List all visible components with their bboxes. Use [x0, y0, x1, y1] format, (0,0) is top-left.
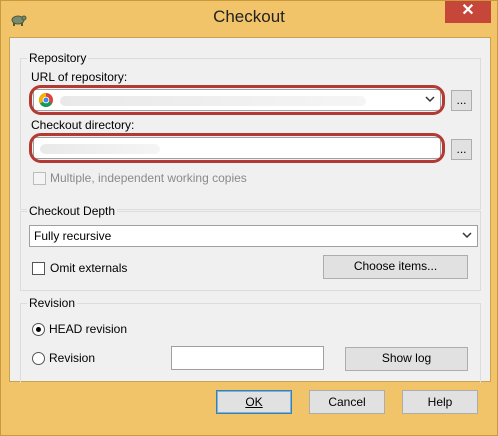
revision-group-title: Revision: [27, 296, 78, 310]
choose-items-button[interactable]: Choose items...: [323, 255, 468, 279]
window-title: Checkout: [213, 7, 285, 26]
repository-group-title: Repository: [27, 51, 89, 65]
omit-externals-label: Omit externals: [50, 261, 128, 275]
url-browse-button[interactable]: ...: [451, 90, 472, 111]
directory-label: Checkout directory:: [31, 118, 135, 132]
revision-input[interactable]: [171, 346, 324, 370]
head-revision-radio[interactable]: [32, 323, 45, 336]
revision-label: Revision: [49, 351, 96, 365]
multiple-working-copies-checkbox[interactable]: [33, 172, 46, 185]
checkout-dialog: Checkout ✕ Repository URL of repository:: [0, 0, 498, 436]
show-log-button[interactable]: Show log: [345, 347, 468, 371]
revision-radio[interactable]: [32, 352, 45, 365]
revision-group: Revision HEAD revision Revision Show log: [20, 296, 481, 383]
depth-selected-value: Fully recursive: [34, 229, 112, 243]
head-revision-label: HEAD revision: [49, 322, 128, 336]
omit-externals-checkbox[interactable]: [32, 262, 45, 275]
multiple-working-copies-label: Multiple, independent working copies: [50, 171, 247, 185]
dialog-client-area: Repository URL of repository: ... Checko…: [9, 37, 491, 383]
checkout-depth-group-title: Checkout Depth: [27, 204, 118, 218]
title-bar: Checkout ✕: [1, 1, 497, 37]
directory-highlight: [29, 133, 445, 163]
radio-selected-dot: [36, 327, 41, 332]
help-button[interactable]: Help: [402, 390, 478, 414]
repository-group: Repository URL of repository: ... Checko…: [20, 51, 481, 210]
url-label: URL of repository:: [31, 70, 128, 84]
close-button[interactable]: ✕: [445, 1, 491, 23]
depth-select[interactable]: Fully recursive: [29, 225, 478, 247]
ok-button-label: OK: [245, 395, 263, 409]
directory-browse-button[interactable]: ...: [451, 139, 472, 160]
ok-button[interactable]: OK: [216, 390, 292, 414]
checkout-depth-group: Checkout Depth Fully recursive Omit exte…: [20, 204, 481, 291]
chevron-down-icon[interactable]: [461, 229, 473, 241]
url-highlight: [29, 85, 445, 115]
cancel-button[interactable]: Cancel: [309, 390, 385, 414]
